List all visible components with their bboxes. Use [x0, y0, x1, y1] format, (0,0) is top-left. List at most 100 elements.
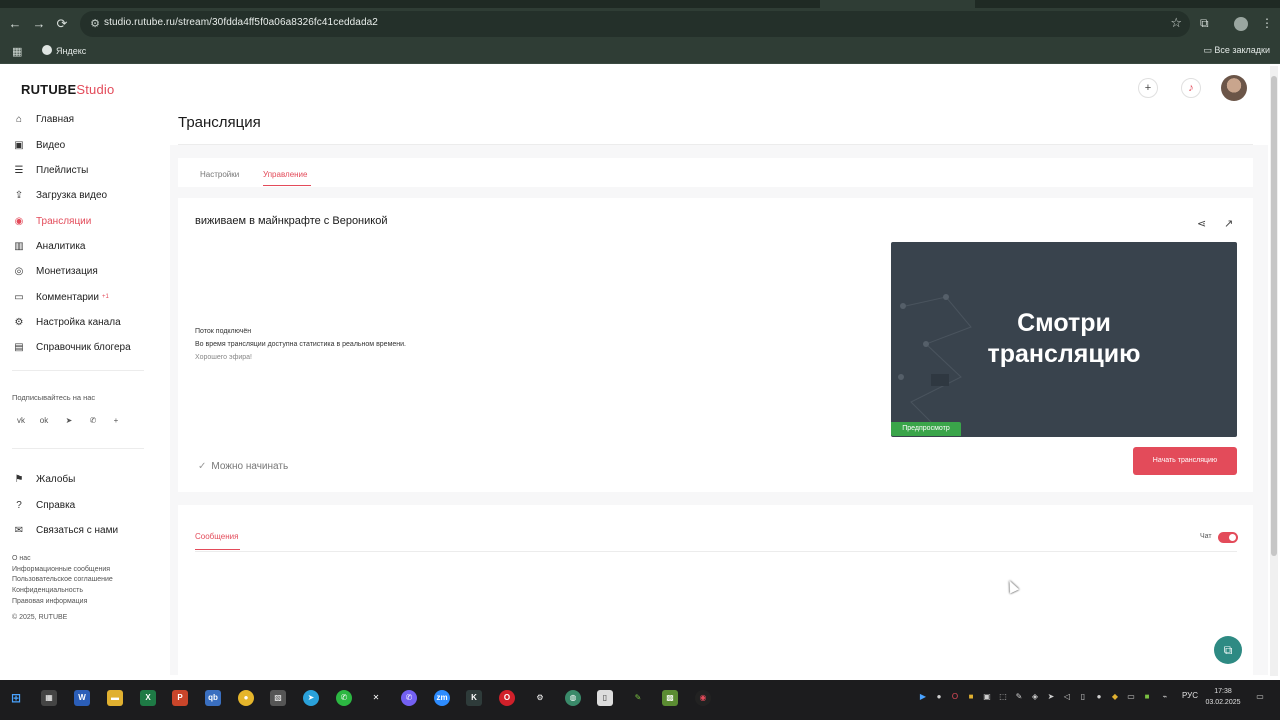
tab-messages[interactable]: Сообщения: [195, 532, 238, 541]
start-broadcast-button[interactable]: Начать трансляцию: [1133, 447, 1237, 475]
opera-icon[interactable]: O: [499, 690, 515, 706]
sidebar-item-analytics[interactable]: ▥ Аналитика: [12, 236, 86, 256]
notifications-tray-icon[interactable]: ▭: [1255, 692, 1265, 702]
browser-active-tab[interactable]: [820, 0, 975, 8]
scrollbar-thumb[interactable]: [1271, 76, 1277, 556]
stream-preview[interactable]: Смотри трансляцию: [891, 242, 1237, 437]
browser-profile-icon[interactable]: [1234, 17, 1248, 31]
sidebar-item-channel-settings[interactable]: ⚙ Настройка канала: [12, 312, 121, 332]
plus-icon[interactable]: +: [109, 414, 123, 428]
sidebar-item-playlists[interactable]: ☰ Плейлисты: [12, 160, 89, 180]
tray-app2-icon[interactable]: ◆: [1110, 692, 1120, 702]
tray-mic-icon[interactable]: ●: [1094, 692, 1104, 702]
messages-card: [178, 505, 1253, 675]
windows-start-icon[interactable]: ⊞: [8, 690, 24, 706]
settings-icon[interactable]: ⚙: [532, 690, 548, 706]
word-icon[interactable]: W: [74, 690, 90, 706]
user-avatar[interactable]: [1221, 75, 1247, 101]
sidebar-item-label: Настройка канала: [36, 316, 121, 328]
gear-icon: ⚙: [14, 316, 24, 328]
viber-app-icon[interactable]: ✆: [401, 690, 417, 706]
tray-shield-icon[interactable]: ◈: [1030, 692, 1040, 702]
keyboard-language[interactable]: РУС: [1182, 691, 1198, 700]
support-chat-button[interactable]: ⧉: [1214, 636, 1242, 664]
tray-obs-icon[interactable]: ●: [934, 692, 944, 702]
forward-icon[interactable]: →: [31, 16, 47, 32]
reload-icon[interactable]: ⟳: [54, 16, 70, 32]
tray-volume-icon[interactable]: ◁: [1062, 692, 1072, 702]
footer-link-privacy[interactable]: Конфиденциальность: [12, 587, 83, 594]
chat-toggle-label: Чат: [1200, 533, 1212, 540]
open-external-icon[interactable]: ↗: [1224, 217, 1233, 230]
ok-icon[interactable]: ok: [37, 414, 51, 428]
powerpoint-icon[interactable]: P: [172, 690, 188, 706]
rutube-studio-logo[interactable]: RUTUBEStudio: [21, 82, 114, 97]
tray-phone-icon[interactable]: ▯: [1078, 692, 1088, 702]
app-k-icon[interactable]: K: [466, 690, 482, 706]
address-url[interactable]: studio.rutube.ru/stream/30fdda4ff5f0a06a…: [104, 17, 378, 28]
tray-network-icon[interactable]: ⌁: [1160, 692, 1170, 702]
tray-nvidia-icon[interactable]: ■: [1142, 692, 1152, 702]
zoom-icon[interactable]: zm: [434, 690, 450, 706]
capcut-icon[interactable]: ✕: [368, 690, 384, 706]
chrome-icon[interactable]: ●: [238, 690, 254, 706]
notifications-bell-icon[interactable]: ♪: [1181, 78, 1201, 98]
tray-monitor-icon[interactable]: ▭: [1126, 692, 1136, 702]
footer-link-news[interactable]: Информационные сообщения: [12, 566, 110, 573]
sidebar-item-upload[interactable]: ⇪ Загрузка видео: [12, 185, 107, 205]
tray-pen-icon[interactable]: ✎: [1014, 692, 1024, 702]
active-tab-underline: [263, 185, 311, 186]
add-content-icon[interactable]: +: [1138, 78, 1158, 98]
telegram-icon[interactable]: ➤: [62, 414, 76, 428]
sidebar-item-contact[interactable]: ✉ Связаться с нами: [12, 520, 118, 540]
viber-icon[interactable]: ✆: [86, 414, 100, 428]
sidebar-item-video[interactable]: ▣ Видео: [12, 135, 65, 155]
telegram-app-icon[interactable]: ➤: [303, 690, 319, 706]
all-bookmarks[interactable]: ▭ Все закладки: [1203, 45, 1270, 56]
sidebar-item-help[interactable]: ? Справка: [12, 495, 75, 515]
sidebar-item-label: Загрузка видео: [36, 189, 108, 201]
tray-opera-icon[interactable]: O: [950, 692, 960, 702]
sidebar-item-monetization[interactable]: ◎ Монетизация: [12, 261, 98, 281]
footer-link-about[interactable]: О нас: [12, 555, 31, 562]
vk-icon[interactable]: vk: [14, 414, 28, 428]
footer-link-terms[interactable]: Пользовательское соглашение: [12, 576, 113, 583]
footer-link-legal[interactable]: Правовая информация: [12, 598, 87, 605]
chat-toggle[interactable]: [1218, 532, 1238, 543]
obs-icon[interactable]: ◉: [695, 690, 711, 706]
browser-menu-icon[interactable]: ⋮: [1261, 16, 1273, 30]
document-icon[interactable]: ▯: [597, 690, 613, 706]
qbittorrent-icon[interactable]: qb: [205, 690, 221, 706]
share-icon[interactable]: ⋖: [1197, 217, 1206, 230]
apps-grid-icon[interactable]: ▦: [12, 45, 22, 58]
bookmark-yandex[interactable]: Яндекс: [42, 45, 86, 56]
whatsapp-icon[interactable]: ✆: [336, 690, 352, 706]
app-icon[interactable]: ▧: [270, 690, 286, 706]
extensions-icon[interactable]: ⧉: [1200, 16, 1209, 31]
system-clock[interactable]: 17:38 03.02.2025: [1204, 686, 1242, 708]
sidebar-item-label: Аналитика: [36, 240, 86, 252]
globe-icon[interactable]: ◍: [565, 690, 581, 706]
page-scrollbar[interactable]: [1270, 66, 1278, 676]
bookmark-star-icon[interactable]: ☆: [1170, 15, 1182, 31]
tab-management[interactable]: Управление: [263, 170, 307, 179]
file-explorer-icon[interactable]: ▬: [107, 690, 123, 706]
tab-settings[interactable]: Настройки: [200, 170, 239, 179]
excel-icon[interactable]: X: [140, 690, 156, 706]
address-bar[interactable]: ⚙ studio.rutube.ru/stream/30fdda4ff5f0a0…: [80, 11, 1190, 37]
sidebar-item-blogger-guide[interactable]: ▤ Справочник блогера: [12, 337, 130, 357]
minecraft-icon[interactable]: ▩: [662, 690, 678, 706]
tray-box-icon[interactable]: ▣: [982, 692, 992, 702]
tray-telegram-icon[interactable]: ➤: [1046, 692, 1056, 702]
sidebar-item-home[interactable]: ⌂ Главная: [12, 109, 74, 129]
back-icon[interactable]: ←: [7, 16, 23, 32]
sidebar-item-broadcasts[interactable]: ◉ Трансляции: [12, 211, 92, 231]
app-leaf-icon[interactable]: ✎: [630, 690, 646, 706]
tray-yellow-icon[interactable]: ■: [966, 692, 976, 702]
sidebar-item-complaints[interactable]: ⚑ Жалобы: [12, 469, 76, 489]
calculator-icon[interactable]: ▦: [41, 690, 57, 706]
sidebar-item-comments[interactable]: ▭ Комментарии +1: [12, 287, 109, 307]
tray-screen-icon[interactable]: ⬚: [998, 692, 1008, 702]
tray-app-icon[interactable]: ▶: [918, 692, 928, 702]
site-info-icon[interactable]: ⚙: [88, 17, 102, 31]
